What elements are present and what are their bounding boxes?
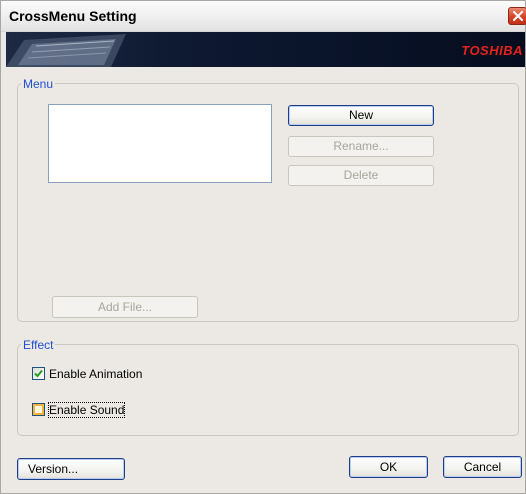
enable-animation-label: Enable Animation xyxy=(49,367,143,381)
checkmark-icon xyxy=(34,369,43,378)
toshiba-logo: TOSHIBA xyxy=(461,43,523,58)
delete-button[interactable]: Delete xyxy=(288,165,434,186)
enable-sound-option[interactable]: Enable Sound xyxy=(32,402,182,419)
menu-group-legend: Menu xyxy=(21,77,56,91)
window-title: CrossMenu Setting xyxy=(9,8,137,24)
title-bar[interactable]: CrossMenu Setting xyxy=(1,1,526,32)
effect-group xyxy=(17,344,519,436)
laptop-graphic-icon xyxy=(6,34,126,67)
header-banner: TOSHIBA xyxy=(6,32,525,67)
enable-sound-checkbox[interactable] xyxy=(32,403,45,416)
enable-animation-checkbox[interactable] xyxy=(32,367,45,380)
menu-listbox[interactable] xyxy=(48,104,272,183)
enable-animation-option[interactable]: Enable Animation xyxy=(32,367,182,383)
close-icon xyxy=(513,11,523,21)
ok-button[interactable]: OK xyxy=(349,456,428,478)
add-file-button[interactable]: Add File... xyxy=(52,296,198,318)
version-button[interactable]: Version... xyxy=(17,458,125,480)
crossmenu-dialog: CrossMenu Setting TOSHIBA Menu New Renam… xyxy=(0,0,526,494)
close-button[interactable] xyxy=(508,7,526,25)
effect-group-legend: Effect xyxy=(21,338,56,352)
cancel-button[interactable]: Cancel xyxy=(443,456,522,478)
rename-button[interactable]: Rename... xyxy=(288,136,434,157)
enable-sound-label: Enable Sound xyxy=(47,402,126,418)
new-button[interactable]: New xyxy=(288,105,434,126)
